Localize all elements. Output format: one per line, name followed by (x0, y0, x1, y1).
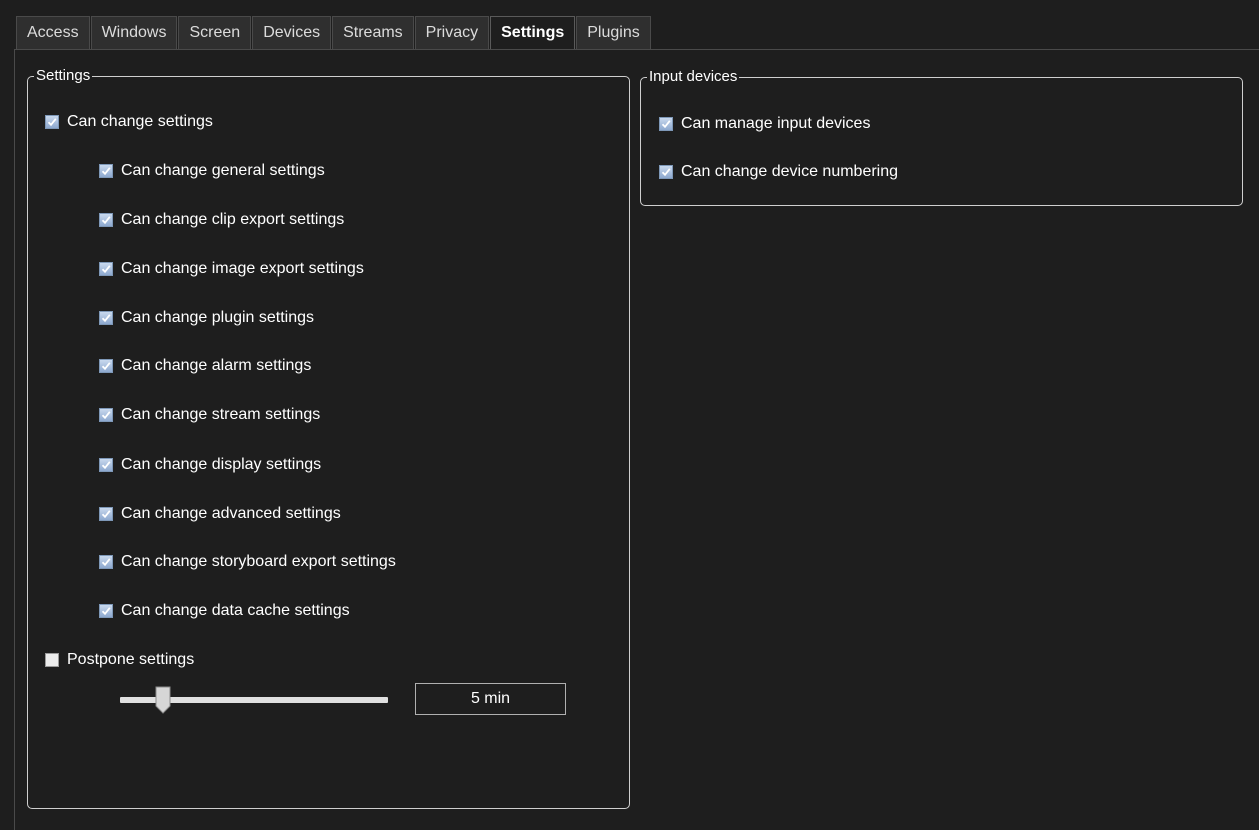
postpone-settings-checkbox[interactable]: Postpone settings (45, 651, 194, 669)
tab-settings[interactable]: Settings (490, 16, 576, 49)
checkbox-checked-icon (99, 555, 113, 569)
checkbox-checked-icon (99, 213, 113, 227)
tab-devices[interactable]: Devices (252, 16, 332, 49)
postpone-value-text: 5 min (470, 690, 511, 707)
checkbox-checked-icon (99, 408, 113, 422)
storyboard-export-settings-checkbox[interactable]: Can change storyboard export settings (99, 553, 396, 571)
checkbox-label: Can manage input devices (681, 115, 871, 132)
checkbox-label: Can change device numbering (681, 163, 899, 180)
tab-privacy[interactable]: Privacy (414, 16, 490, 49)
checkbox-checked-icon (99, 458, 113, 472)
checkbox-label: Can change data cache settings (121, 602, 350, 619)
checkbox-label: Can change image export settings (121, 260, 364, 277)
tab-screen[interactable]: Screen (178, 16, 252, 49)
checkbox-label: Can change advanced settings (121, 505, 341, 522)
manage-input-devices-checkbox[interactable]: Can manage input devices (659, 115, 870, 133)
checkbox-checked-icon (99, 262, 113, 276)
checkbox-label: Can change display settings (121, 456, 322, 473)
alarm-settings-checkbox[interactable]: Can change alarm settings (99, 357, 311, 375)
can-change-settings-checkbox[interactable]: Can change settings (45, 113, 213, 131)
postpone-slider[interactable] (120, 686, 388, 714)
input-devices-group: Input devices (640, 68, 1243, 206)
data-cache-settings-checkbox[interactable]: Can change data cache settings (99, 602, 350, 620)
checkbox-label: Can change clip export settings (121, 211, 345, 228)
tab-streams[interactable]: Streams (332, 16, 414, 49)
image-export-settings-checkbox[interactable]: Can change image export settings (99, 260, 364, 278)
checkbox-label: Can change storyboard export settings (121, 553, 396, 570)
checkbox-label: Postpone settings (67, 651, 195, 668)
checkbox-label: Can change alarm settings (121, 357, 312, 374)
settings-group-title: Settings (34, 67, 93, 85)
slider-thumb[interactable] (155, 686, 171, 714)
checkbox-label: Can change plugin settings (121, 309, 315, 326)
checkbox-checked-icon (99, 164, 113, 178)
postpone-value-field[interactable]: 5 min (415, 683, 566, 715)
tab-plugins[interactable]: Plugins (576, 16, 651, 49)
tab-strip: Access Windows Screen Devices Streams Pr… (16, 16, 652, 49)
clip-export-settings-checkbox[interactable]: Can change clip export settings (99, 211, 344, 229)
advanced-settings-checkbox[interactable]: Can change advanced settings (99, 505, 341, 523)
device-numbering-checkbox[interactable]: Can change device numbering (659, 163, 898, 181)
checkbox-label: Can change settings (67, 113, 213, 130)
checkbox-checked-icon (99, 311, 113, 325)
checkbox-unchecked-icon (45, 653, 59, 667)
stream-settings-checkbox[interactable]: Can change stream settings (99, 406, 320, 424)
checkbox-checked-icon (99, 359, 113, 373)
tab-access[interactable]: Access (16, 16, 90, 49)
general-settings-checkbox[interactable]: Can change general settings (99, 162, 325, 180)
checkbox-checked-icon (45, 115, 59, 129)
checkbox-checked-icon (99, 507, 113, 521)
plugin-settings-checkbox[interactable]: Can change plugin settings (99, 309, 314, 327)
tab-windows[interactable]: Windows (90, 16, 178, 49)
display-settings-checkbox[interactable]: Can change display settings (99, 456, 321, 474)
checkbox-checked-icon (659, 165, 673, 179)
checkbox-label: Can change stream settings (121, 406, 321, 423)
checkbox-checked-icon (659, 117, 673, 131)
checkbox-label: Can change general settings (121, 162, 325, 179)
input-devices-group-title: Input devices (647, 68, 740, 86)
checkbox-checked-icon (99, 604, 113, 618)
